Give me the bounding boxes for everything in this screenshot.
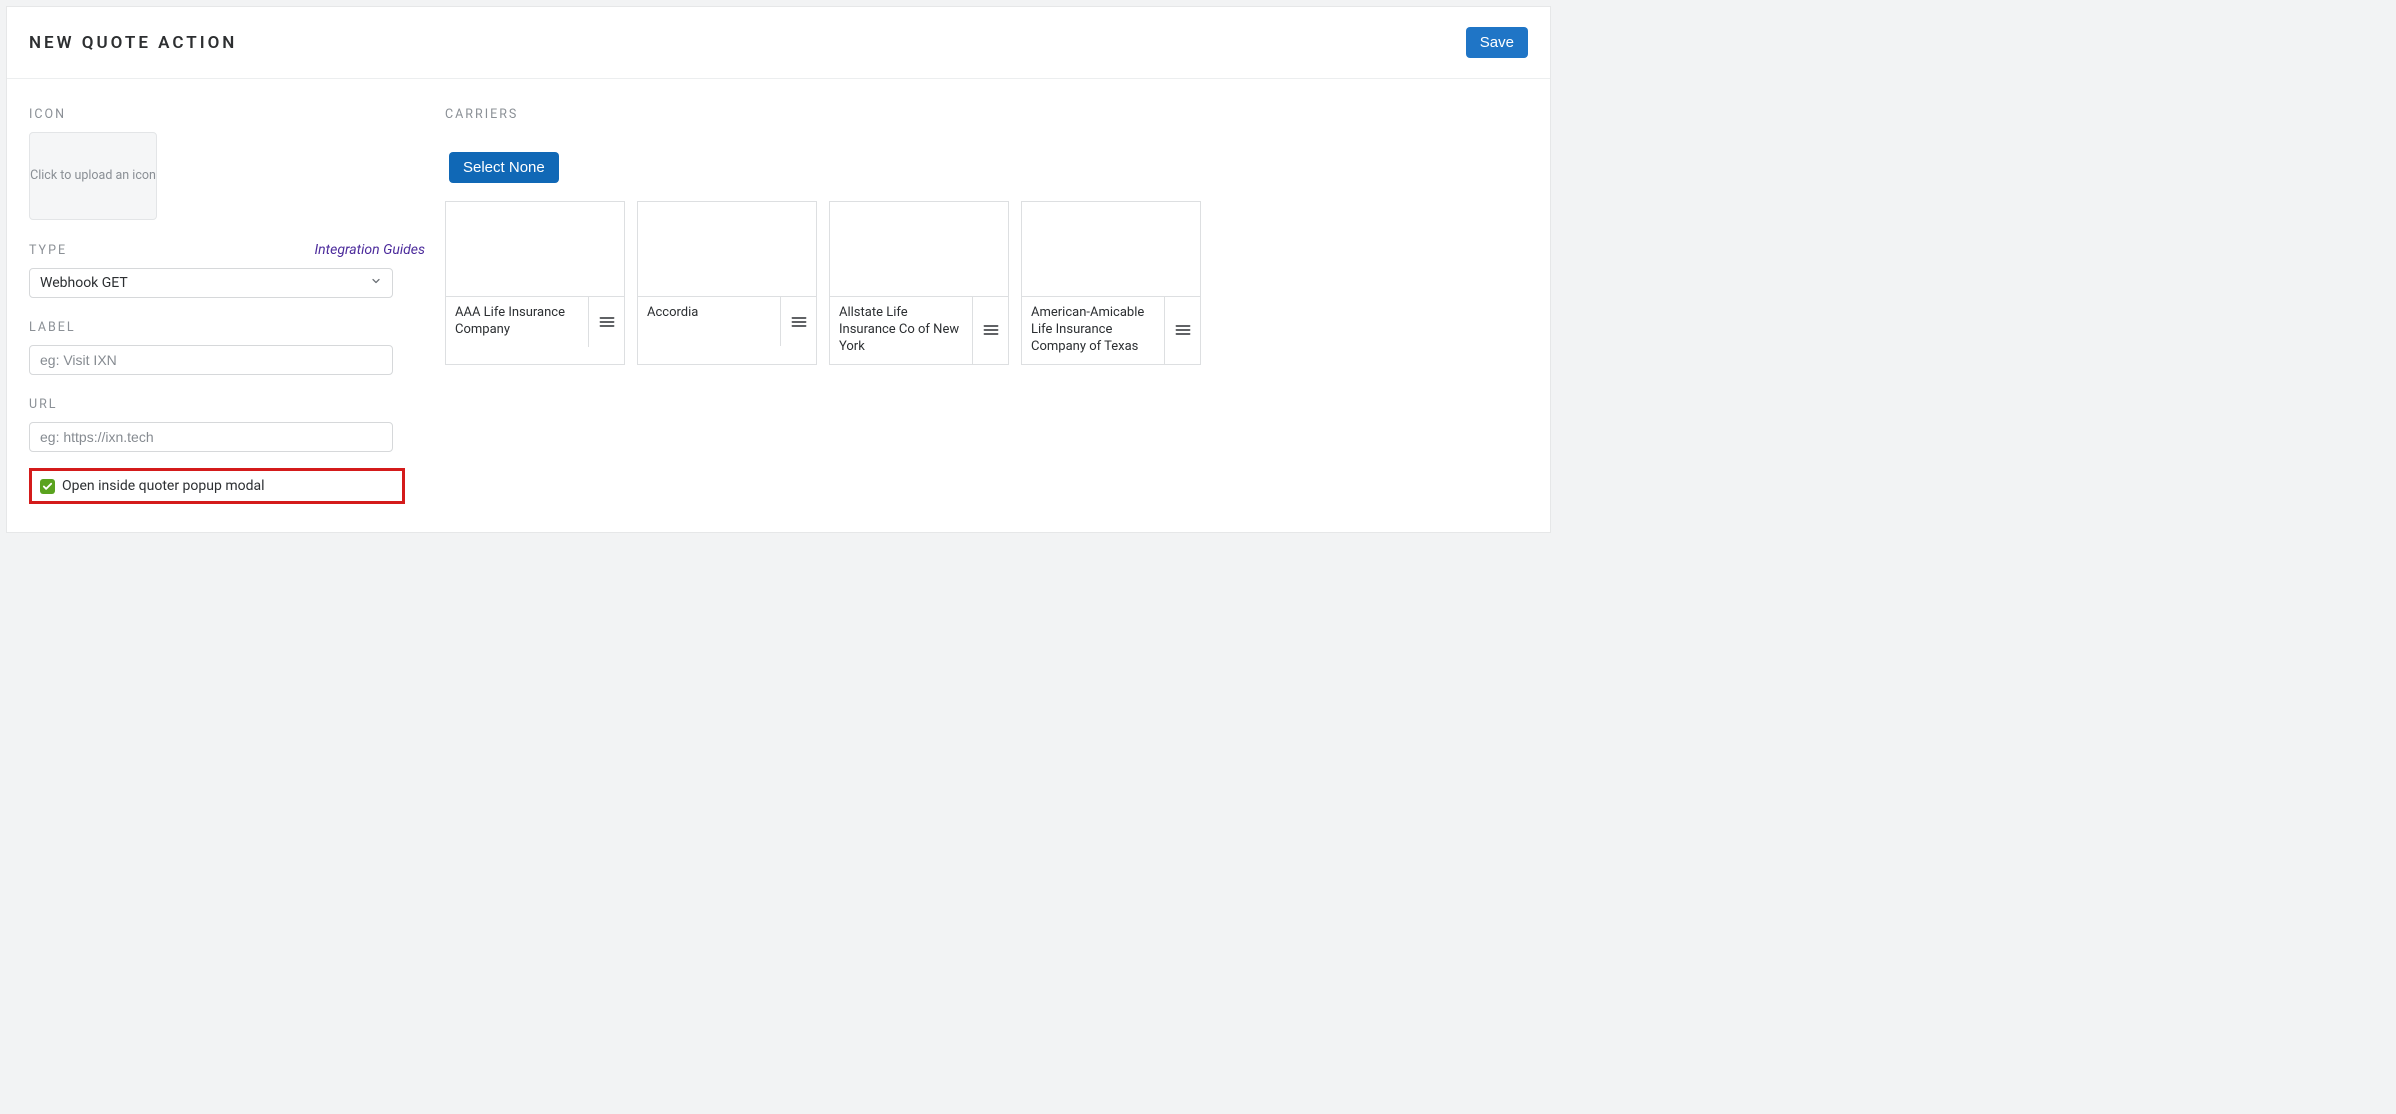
integration-guides-link[interactable]: Integration Guides (314, 242, 425, 258)
label-section-label: LABEL (29, 320, 425, 335)
type-select[interactable]: Webhook GET (29, 268, 393, 298)
save-button[interactable]: Save (1466, 27, 1528, 58)
select-none-button[interactable]: Select None (449, 152, 559, 183)
carrier-grid: AAA Life Insurance Company Accordia (445, 201, 1528, 365)
carrier-name: AAA Life Insurance Company (446, 297, 588, 347)
page-title: NEW QUOTE ACTION (29, 33, 237, 53)
carriers-section-label: CARRIERS (445, 107, 1528, 122)
drag-handle-icon[interactable] (780, 297, 816, 346)
carrier-name: American-Amicable Life Insurance Company… (1022, 297, 1164, 364)
icon-section-label: ICON (29, 107, 425, 122)
carrier-logo (830, 202, 1008, 296)
carrier-card[interactable]: Accordia (637, 201, 817, 365)
icon-upload-box[interactable]: Click to upload an icon (29, 132, 157, 220)
drag-handle-icon[interactable] (588, 297, 624, 347)
popup-modal-checkbox-row[interactable]: Open inside quoter popup modal (29, 468, 405, 504)
url-section-label: URL (29, 397, 425, 412)
carrier-logo (1022, 202, 1200, 296)
icon-upload-text: Click to upload an icon (30, 168, 156, 184)
checkbox-checked-icon (40, 479, 55, 494)
url-input[interactable] (29, 422, 393, 452)
carrier-card[interactable]: American-Amicable Life Insurance Company… (1021, 201, 1201, 365)
carrier-name: Accordia (638, 297, 780, 346)
chevron-down-icon (370, 275, 382, 291)
popup-modal-checkbox-label: Open inside quoter popup modal (62, 478, 265, 494)
label-input[interactable] (29, 345, 393, 375)
carrier-card[interactable]: AAA Life Insurance Company (445, 201, 625, 365)
carrier-logo (446, 202, 624, 296)
type-section-label: TYPE (29, 243, 67, 258)
carrier-name: Allstate Life Insurance Co of New York (830, 297, 972, 364)
drag-handle-icon[interactable] (1164, 297, 1200, 364)
carrier-card[interactable]: Allstate Life Insurance Co of New York (829, 201, 1009, 365)
drag-handle-icon[interactable] (972, 297, 1008, 364)
type-select-value: Webhook GET (40, 275, 128, 291)
carrier-logo (638, 202, 816, 296)
